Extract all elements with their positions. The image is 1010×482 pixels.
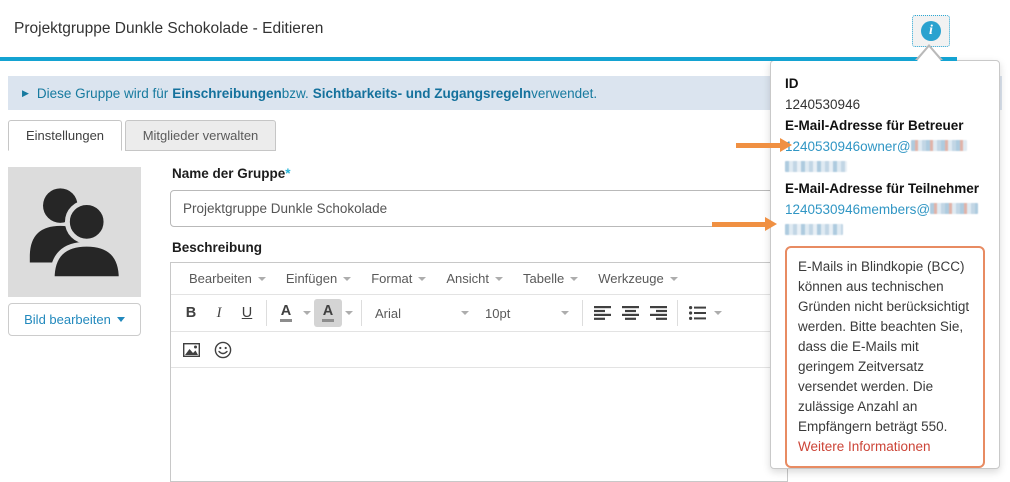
background-color-button[interactable]: A bbox=[314, 299, 342, 327]
text-color-chevron-icon[interactable] bbox=[300, 311, 314, 315]
banner-text-middle: bzw. bbox=[281, 85, 309, 101]
chevron-down-icon bbox=[461, 311, 469, 315]
text-color-label: A bbox=[279, 304, 293, 322]
censored-email-domain bbox=[910, 140, 967, 151]
chevron-down-icon bbox=[669, 276, 678, 281]
group-avatar-icon bbox=[29, 188, 124, 282]
menu-bearbeiten[interactable]: Bearbeiten bbox=[179, 263, 276, 294]
bg-color-label: A bbox=[321, 304, 335, 322]
tab-mitglieder-verwalten[interactable]: Mitglieder verwalten bbox=[125, 120, 276, 151]
owner-email-link[interactable]: 1240530946owner@ bbox=[785, 139, 967, 175]
italic-button[interactable]: I bbox=[205, 299, 233, 327]
popover-caret bbox=[915, 44, 943, 61]
description-editor: Bearbeiten Einfügen Format Ansicht Tabel… bbox=[170, 262, 788, 482]
bcc-notice-box: E-Mails in Blindkopie (BCC) können aus t… bbox=[785, 246, 985, 468]
bcc-notice-text: E-Mails in Blindkopie (BCC) können aus t… bbox=[798, 259, 970, 434]
banner-text-suffix: verwendet. bbox=[531, 85, 598, 101]
id-label: ID bbox=[785, 76, 799, 91]
owner-email-text: 1240530946owner@ bbox=[785, 139, 911, 154]
underline-button[interactable]: U bbox=[233, 299, 261, 327]
chevron-down-icon bbox=[561, 311, 569, 315]
align-right-button[interactable] bbox=[644, 299, 672, 327]
page-title: Projektgruppe Dunkle Schokolade - Editie… bbox=[14, 20, 324, 37]
members-email-arrow-icon bbox=[712, 217, 777, 231]
censored-email-domain bbox=[785, 161, 847, 172]
id-value: 1240530946 bbox=[785, 97, 861, 112]
description-field-label: Beschreibung bbox=[172, 240, 263, 255]
smiley-icon bbox=[214, 341, 232, 358]
chevron-down-icon bbox=[257, 276, 266, 281]
align-right-icon bbox=[649, 306, 667, 320]
bold-button[interactable]: B bbox=[177, 299, 205, 327]
edit-image-button[interactable]: Bild bearbeiten bbox=[8, 303, 141, 336]
menu-label: Tabelle bbox=[523, 271, 565, 286]
menu-label: Ansicht bbox=[446, 271, 490, 286]
font-family-select[interactable]: Arial bbox=[367, 299, 477, 327]
banner-link-einschreibungen[interactable]: Einschreibungen bbox=[172, 86, 282, 101]
owner-email-arrow-icon bbox=[736, 138, 792, 152]
menu-label: Werkzeuge bbox=[598, 271, 664, 286]
emoticon-button[interactable] bbox=[209, 336, 237, 364]
image-icon bbox=[182, 342, 200, 357]
chevron-down-icon bbox=[418, 276, 427, 281]
banner-text-prefix: Diese Gruppe wird für bbox=[36, 85, 169, 101]
align-center-button[interactable] bbox=[616, 299, 644, 327]
menu-tabelle[interactable]: Tabelle bbox=[513, 263, 588, 294]
align-center-icon bbox=[621, 306, 639, 320]
info-icon: i bbox=[921, 21, 941, 41]
chevron-down-icon bbox=[495, 276, 504, 281]
weitere-informationen-link[interactable]: Weitere Informationen bbox=[798, 437, 931, 457]
menu-label: Format bbox=[371, 271, 413, 286]
align-left-button[interactable] bbox=[588, 299, 616, 327]
name-label-text: Name der Gruppe bbox=[172, 166, 286, 181]
menu-einfuegen[interactable]: Einfügen bbox=[276, 263, 361, 294]
group-name-input[interactable] bbox=[170, 190, 782, 227]
font-size-value: 10pt bbox=[485, 305, 511, 321]
edit-image-button-label: Bild bearbeiten bbox=[24, 312, 111, 327]
chevron-down-icon bbox=[570, 276, 579, 281]
insert-image-button[interactable] bbox=[177, 336, 205, 364]
censored-email-domain bbox=[930, 203, 979, 214]
name-field-label: Name der Gruppe* bbox=[172, 166, 291, 181]
editor-content-area[interactable] bbox=[171, 368, 787, 477]
font-family-value: Arial bbox=[375, 305, 402, 321]
editor-toolbar: B I U A A Arial 10pt bbox=[171, 295, 787, 332]
bullet-list-chevron-icon[interactable] bbox=[711, 311, 725, 315]
required-asterisk: * bbox=[285, 166, 291, 181]
menu-label: Einfügen bbox=[285, 271, 338, 286]
group-image-placeholder bbox=[8, 167, 141, 297]
menu-label: Bearbeiten bbox=[189, 271, 252, 286]
editor-toolbar-row2 bbox=[171, 332, 787, 368]
align-left-icon bbox=[593, 306, 611, 320]
tab-einstellungen[interactable]: Einstellungen bbox=[8, 120, 122, 151]
editor-menubar: Bearbeiten Einfügen Format Ansicht Tabel… bbox=[171, 263, 787, 295]
members-email-label: E-Mail-Adresse für Teilnehmer bbox=[785, 181, 980, 196]
censored-email-domain bbox=[785, 224, 843, 235]
menu-werkzeuge[interactable]: Werkzeuge bbox=[588, 263, 688, 294]
toolbar-separator bbox=[266, 300, 267, 326]
menu-format[interactable]: Format bbox=[361, 263, 436, 294]
bullet-list-button[interactable] bbox=[683, 299, 711, 327]
bg-color-chevron-icon[interactable] bbox=[342, 311, 356, 315]
banner-link-zugangsregeln[interactable]: Sichtbarkeits- und Zugangsregeln bbox=[313, 86, 531, 101]
chevron-down-icon bbox=[343, 276, 352, 281]
group-edit-page: Projektgruppe Dunkle Schokolade - Editie… bbox=[0, 0, 1010, 482]
chevron-down-icon bbox=[116, 317, 125, 322]
info-popover: ID 1240530946 E-Mail-Adresse für Betreue… bbox=[770, 60, 1000, 469]
owner-email-label: E-Mail-Adresse für Betreuer bbox=[785, 118, 964, 133]
font-size-select[interactable]: 10pt bbox=[477, 299, 577, 327]
menu-ansicht[interactable]: Ansicht bbox=[436, 263, 513, 294]
info-button[interactable]: i bbox=[912, 15, 950, 47]
bullet-list-icon bbox=[688, 306, 706, 320]
toolbar-separator bbox=[677, 300, 678, 326]
members-email-link[interactable]: 1240530946members@ bbox=[785, 202, 979, 238]
banner-arrow-icon: ▶ bbox=[22, 87, 29, 98]
members-email-text: 1240530946members@ bbox=[785, 202, 931, 217]
text-color-button[interactable]: A bbox=[272, 299, 300, 327]
header-divider bbox=[0, 57, 957, 61]
toolbar-separator bbox=[361, 300, 362, 326]
toolbar-separator bbox=[582, 300, 583, 326]
